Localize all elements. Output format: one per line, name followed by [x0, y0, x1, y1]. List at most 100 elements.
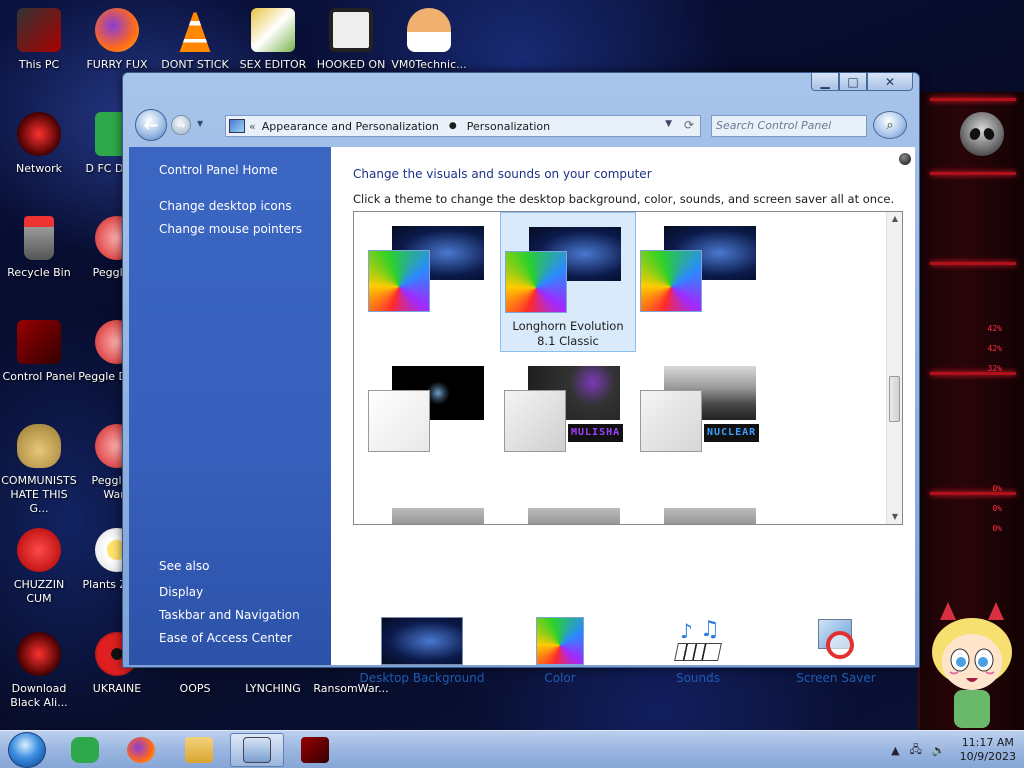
task-sidebar: Control Panel Home Change desktop icons … [129, 147, 331, 665]
maximize-button[interactable]: □ [839, 73, 867, 91]
vlc-cone-icon [179, 8, 211, 52]
navigation-bar: ← → ▼ « Appearance and Personalization ●… [131, 105, 911, 145]
theme-name-line2: 8.1 Classic [537, 334, 599, 348]
scroll-down-arrow-icon[interactable]: ▼ [887, 510, 902, 524]
desktop-icon-label: HOOKED ON [316, 58, 386, 71]
desktop-icon-label: Control Panel [2, 370, 76, 383]
breadcrumb-appearance[interactable]: Appearance and Personalization [262, 120, 439, 133]
recent-pages-dropdown[interactable]: ▼ [197, 119, 207, 128]
theme-tile[interactable] [500, 496, 636, 524]
system-tray: ▲ 🖧 🔊 11:17 AM 10/9/2023 [881, 731, 1016, 768]
clock-date: 10/9/2023 [959, 750, 1016, 763]
theme-tile[interactable] [364, 354, 500, 494]
color-option[interactable]: Color [495, 617, 625, 685]
desktop-icon-communists[interactable]: COMMUNISTS HATE THIS G... [0, 424, 78, 516]
color-palette-icon [640, 250, 702, 312]
network-orb-icon [17, 112, 61, 156]
desktop-icon-label: Network [16, 162, 62, 175]
folder-icon [185, 737, 213, 763]
theme-tile[interactable] [364, 496, 500, 524]
address-dropdown-icon[interactable]: ▼ [665, 119, 672, 129]
taskbar-green-app[interactable] [58, 733, 112, 767]
sidebar-display[interactable]: Display [159, 585, 203, 599]
theme-tile[interactable] [636, 496, 772, 524]
theme-list-scrollbar[interactable]: ▲ ▼ [886, 212, 902, 524]
sounds-option[interactable]: ♪ ♫ Sounds [633, 617, 763, 685]
desktop-icon-this-pc[interactable]: This PC [0, 8, 78, 72]
theme-tile-selected[interactable]: Longhorn Evolution 8.1 Classic [500, 212, 636, 352]
theme-tile[interactable] [364, 214, 500, 354]
taskbar: ▲ 🖧 🔊 11:17 AM 10/9/2023 [0, 730, 1024, 768]
theme-tag-nuclear: NUCLEAR [704, 424, 760, 442]
sounds-keyboard-icon: ♪ ♫ [672, 617, 724, 665]
theme-tile[interactable] [636, 214, 772, 354]
address-bar[interactable]: « Appearance and Personalization ● Perso… [225, 115, 701, 137]
breadcrumb-separator[interactable]: ● [449, 121, 457, 131]
clock[interactable]: 11:17 AM 10/9/2023 [960, 736, 1016, 764]
sidebar-change-mouse-pointers[interactable]: Change mouse pointers [159, 222, 302, 236]
desktop-icon-furry-fux[interactable]: FURRY FUX [78, 8, 156, 72]
arrow-left-icon: ← [143, 114, 159, 136]
taskbar-control-panel[interactable] [230, 733, 284, 767]
desktop-icon-dont-stick[interactable]: DONT STICK [156, 8, 234, 72]
wallpaper-percent: 32% [987, 364, 1002, 373]
desktop-icon-recycle-bin[interactable]: Recycle Bin [0, 216, 78, 280]
help-icon[interactable] [899, 153, 911, 165]
forward-button[interactable]: → [171, 115, 191, 135]
sidebar-change-desktop-icons[interactable]: Change desktop icons [159, 199, 292, 213]
taskbar-file-explorer[interactable] [172, 733, 226, 767]
theme-tile[interactable]: MULISHA [500, 354, 636, 494]
desktop-background-option[interactable]: Desktop Background [357, 617, 487, 685]
search-icon[interactable]: ⌕ [873, 111, 907, 139]
minimize-button[interactable]: ▁ [811, 73, 839, 91]
close-button[interactable]: ✕ [867, 73, 913, 91]
desktop-icon-vm0technic[interactable]: VM0Technic... [390, 8, 468, 72]
screen-saver-disabled-icon [812, 617, 860, 665]
color-palette-icon [368, 250, 430, 312]
control-panel-small-icon [229, 119, 245, 133]
control-panel-icon [17, 320, 61, 364]
firefox-icon [127, 737, 155, 763]
theme-tile[interactable]: NUCLEAR [636, 354, 772, 494]
scrollbar-thumb[interactable] [889, 376, 900, 422]
maze-icon [329, 8, 373, 52]
wallpaper-red-line [930, 492, 1016, 495]
network-icon[interactable]: 🖧 [910, 741, 922, 760]
search-input[interactable]: Search Control Panel [711, 115, 867, 137]
taskbar-red-app[interactable] [288, 733, 342, 767]
breadcrumb-personalization[interactable]: Personalization [467, 120, 550, 133]
refresh-icon[interactable]: ⟳ [684, 118, 694, 132]
desktop-icon-network[interactable]: Network [0, 112, 78, 176]
firefox-icon [95, 8, 139, 52]
doctor-avatar-icon [407, 8, 451, 52]
money-bag-icon [17, 424, 61, 468]
start-button[interactable] [8, 732, 46, 768]
color-palette-icon [536, 617, 584, 665]
alien-head-logo [960, 112, 1004, 156]
desktop-icon-sex-editor[interactable]: SEX EDITOR [234, 8, 312, 72]
desktop-icon-hooked-on[interactable]: HOOKED ON [312, 8, 390, 72]
wallpaper-red-line [930, 262, 1016, 265]
sidebar-taskbar-navigation[interactable]: Taskbar and Navigation [159, 608, 300, 622]
color-swatch [368, 390, 430, 452]
show-hidden-icons-icon[interactable]: ▲ [891, 744, 899, 757]
color-palette-icon [505, 251, 567, 313]
theme-list[interactable]: Longhorn Evolution 8.1 Classic MULISHA N… [353, 211, 903, 525]
green-app-icon [71, 737, 99, 763]
sounds-label: Sounds [675, 671, 721, 685]
scroll-up-arrow-icon[interactable]: ▲ [887, 212, 902, 226]
breadcrumb-overflow[interactable]: « [249, 120, 256, 133]
volume-icon[interactable]: 🔊 [932, 744, 946, 757]
desktop-icon-label: DONT STICK [161, 58, 229, 71]
desktop-icon-download-black[interactable]: Download Black Ali... [0, 632, 78, 710]
desktop-icon-control-panel[interactable]: Control Panel [0, 320, 78, 384]
desktop-icon-label: OOPS [179, 682, 211, 695]
personalization-window: ▁ □ ✕ ← → ▼ « Appearance and Personaliza… [122, 72, 920, 685]
screen-saver-option[interactable]: Screen Saver [771, 617, 901, 685]
taskbar-firefox[interactable] [114, 733, 168, 767]
sidebar-control-panel-home[interactable]: Control Panel Home [159, 163, 278, 177]
sidebar-ease-of-access[interactable]: Ease of Access Center [159, 631, 292, 645]
wallpaper-red-line [930, 172, 1016, 175]
back-button[interactable]: ← [135, 109, 167, 141]
desktop-icon-chuzzin-cum[interactable]: CHUZZIN CUM [0, 528, 78, 606]
